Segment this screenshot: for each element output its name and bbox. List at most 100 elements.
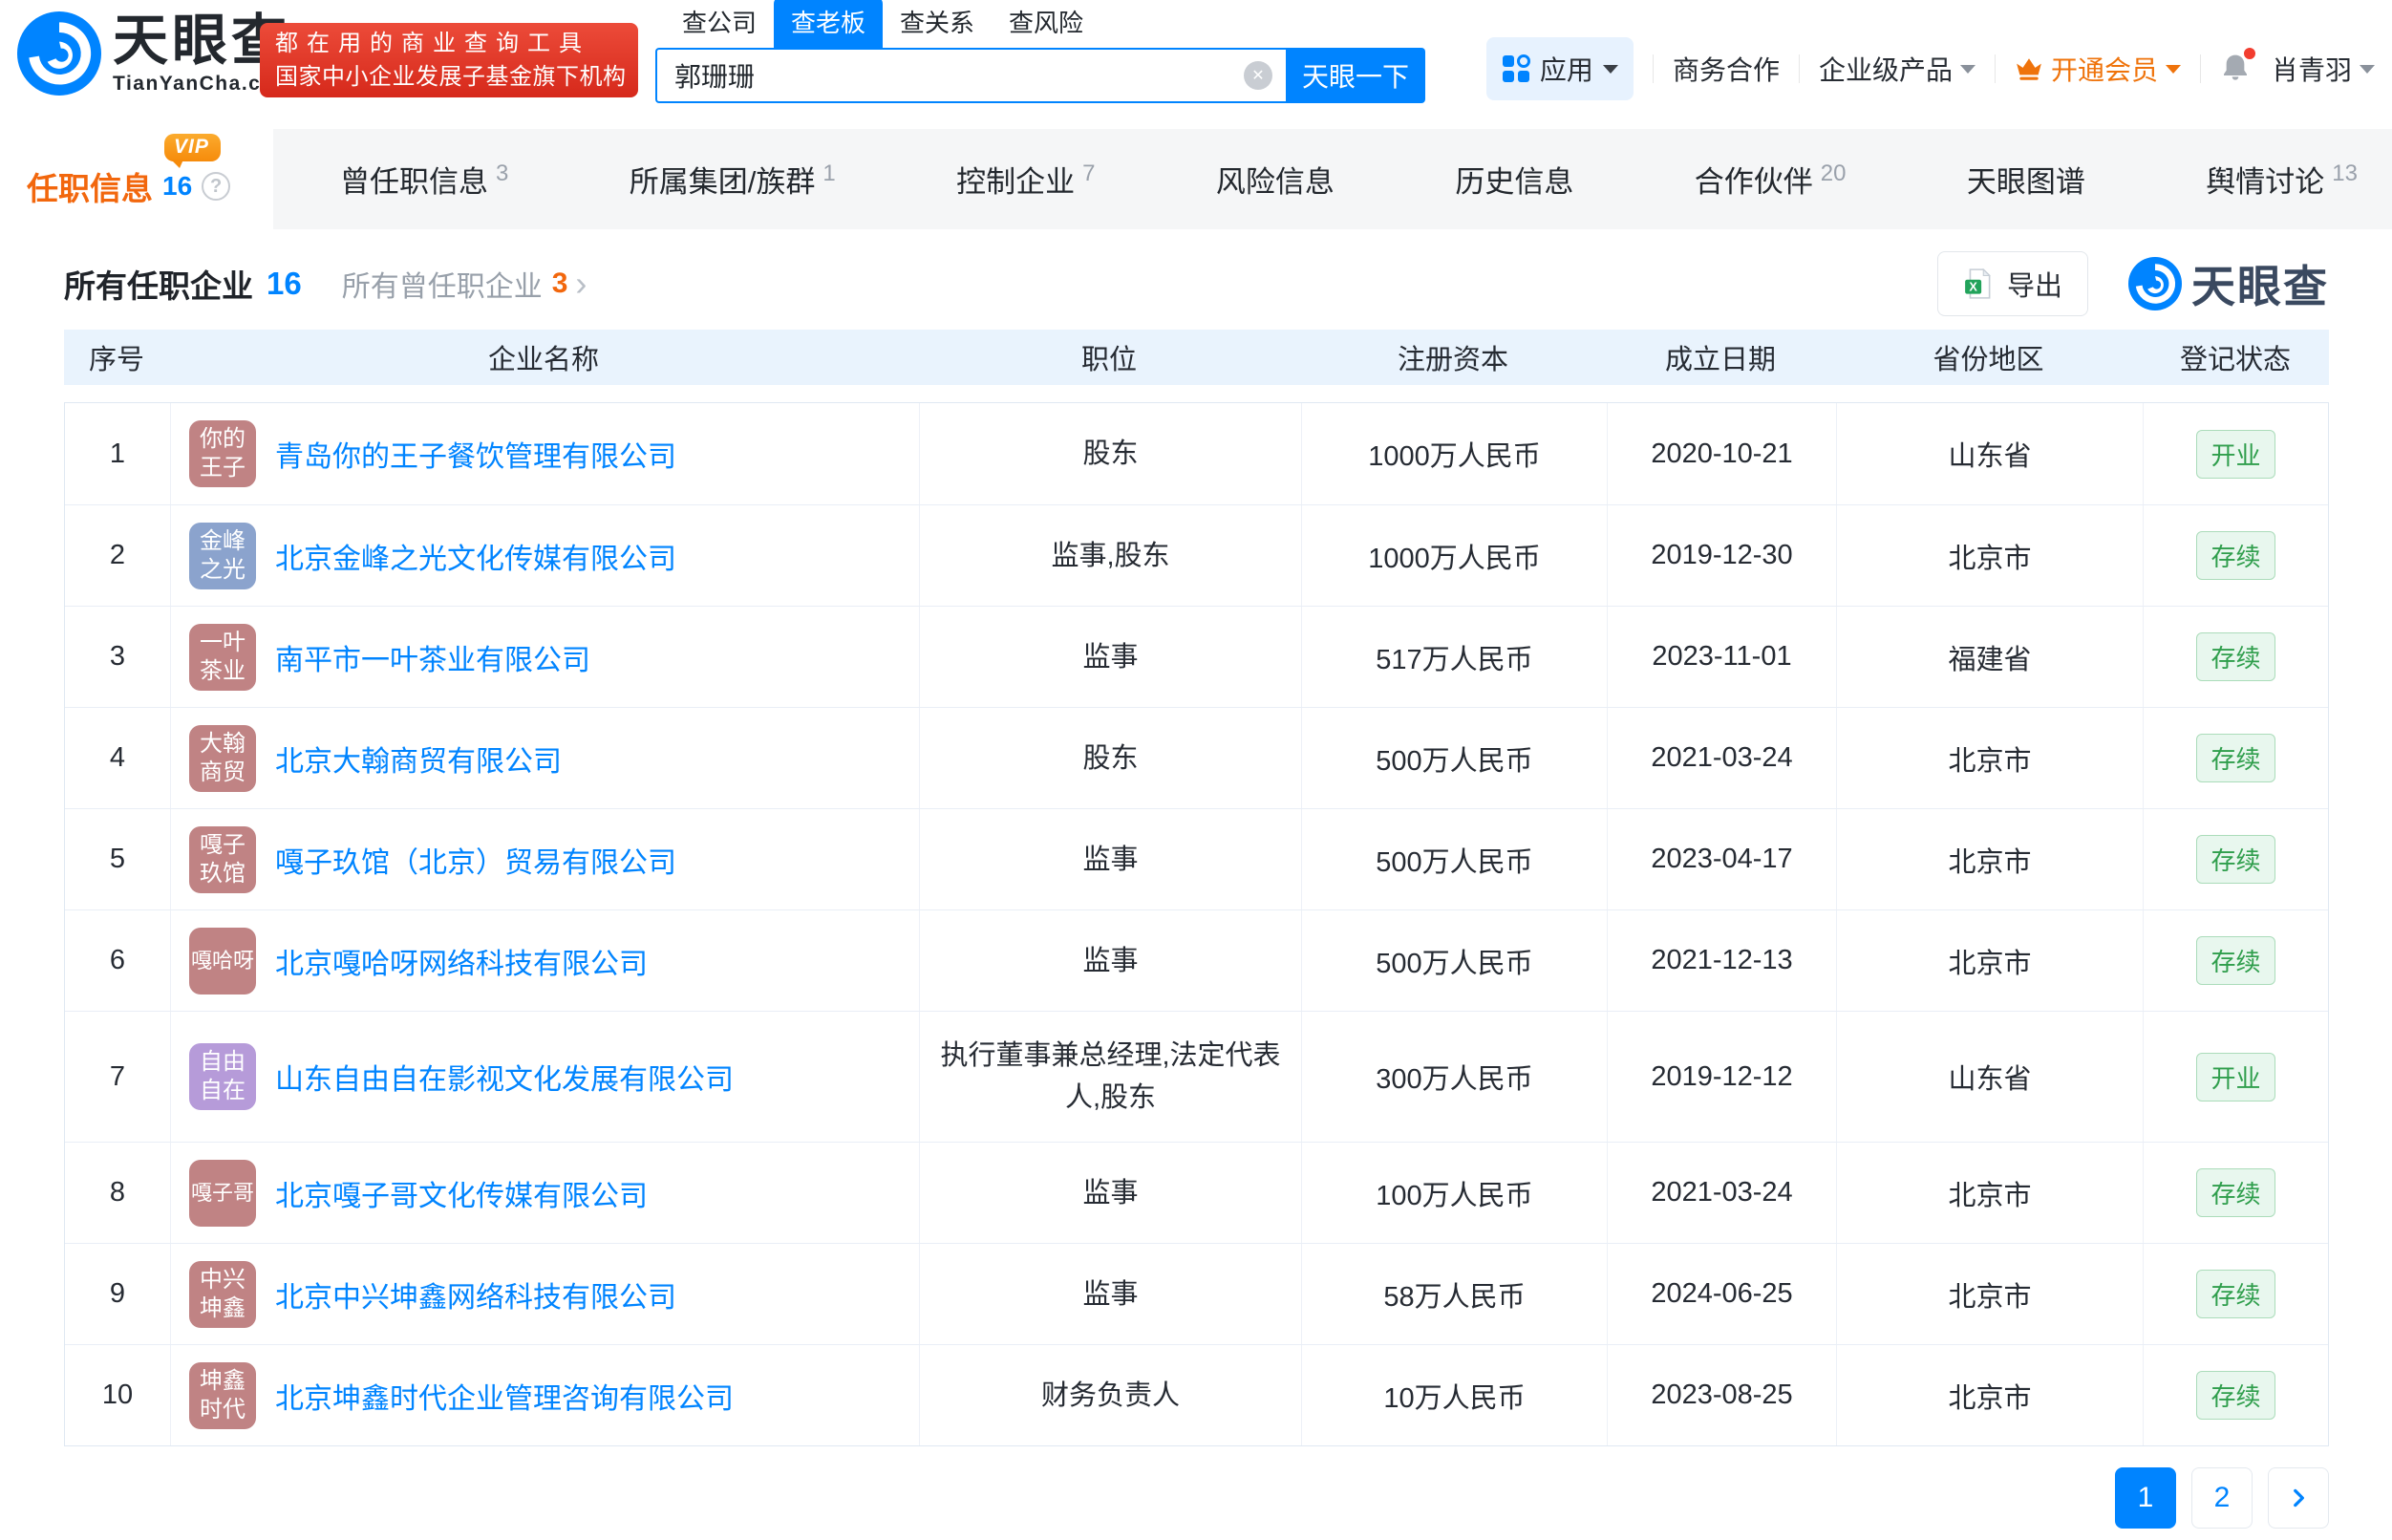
top-header: 天眼查 TianYanCha.com 都在用的商业查询工具 国家中小企业发展子基…: [0, 0, 2392, 129]
status-badge: 存续: [2196, 734, 2275, 782]
status-badge: 存续: [2196, 531, 2275, 580]
province-text: 福建省: [1948, 644, 2032, 675]
watermark-text: 天眼查: [2191, 262, 2329, 311]
capital-text: 1000万人民币: [1368, 441, 1541, 472]
search-tab-company[interactable]: 查公司: [665, 0, 774, 48]
search-tab-boss[interactable]: 查老板: [774, 0, 884, 48]
status-badge: 存续: [2196, 632, 2275, 681]
tab-group[interactable]: 所属集团/族群 1: [630, 158, 836, 201]
company-logo: 一叶 茶业: [189, 623, 256, 691]
other-tabs: 曾任职信息 3 所属集团/族群 1 控制企业 7 风险信息 历史信息 合作伙伴 …: [273, 129, 2392, 229]
search-tab-risk[interactable]: 查风险: [992, 0, 1100, 48]
tab-count: 13: [2332, 160, 2358, 186]
column-header-seq: 序号: [88, 345, 144, 375]
status-badge: 开业: [2196, 1052, 2275, 1102]
menu-label: 企业级产品: [1818, 55, 1953, 85]
search-tab-relation[interactable]: 查关系: [883, 0, 992, 48]
company-link[interactable]: 北京中兴坤鑫网络科技有限公司: [275, 1273, 676, 1315]
company-link[interactable]: 北京金峰之光文化传媒有限公司: [275, 535, 676, 577]
chevron-right-icon: [2294, 1488, 2304, 1508]
established-date-text: 2023-11-01: [1652, 641, 1792, 672]
company-link[interactable]: 北京大翰商贸有限公司: [275, 738, 562, 780]
company-link[interactable]: 南平市一叶茶业有限公司: [275, 636, 590, 678]
tab-employment-info[interactable]: VIP 任职信息 16 ?: [0, 129, 273, 229]
tab-count: 20: [1820, 160, 1847, 186]
menu-item-enterprise[interactable]: 企业级产品: [1819, 50, 1976, 88]
province-text: 北京市: [1948, 745, 2032, 777]
table-row: 5 嘎子 玖馆 嘎子玖馆（北京）贸易有限公司 监事 500万人民币 2023-04…: [65, 808, 2328, 909]
past-companies-link[interactable]: 所有曾任职企业 3 ›: [342, 263, 587, 305]
company-link[interactable]: 北京嘎子哥文化传媒有限公司: [275, 1172, 648, 1214]
company-link[interactable]: 北京嘎哈呀网络科技有限公司: [275, 940, 648, 982]
tab-risk-info[interactable]: 风险信息: [1216, 158, 1335, 201]
row-index: 10: [101, 1380, 134, 1410]
tab-controlled-companies[interactable]: 控制企业 7: [956, 158, 1095, 201]
established-date-text: 2024-06-25: [1651, 1278, 1793, 1309]
chevron-right-icon: ›: [575, 264, 587, 303]
status-badge: 开业: [2196, 429, 2275, 479]
province-text: 山东省: [1948, 441, 2032, 472]
search-button[interactable]: 天眼一下: [1286, 48, 1425, 103]
tab-label: 所属集团/族群: [629, 165, 816, 199]
clear-icon[interactable]: ✕: [1244, 61, 1272, 90]
menu-item-vip[interactable]: 开通会员: [2015, 50, 2181, 88]
menu-item-business[interactable]: 商务合作: [1673, 50, 1780, 88]
row-index: 9: [109, 1278, 126, 1309]
row-index: 8: [109, 1177, 126, 1208]
search-input[interactable]: [655, 48, 1286, 103]
status-badge: 存续: [2196, 1270, 2275, 1318]
tab-partners[interactable]: 合作伙伴 20: [1695, 158, 1847, 201]
notification-dot: [2241, 46, 2257, 61]
detail-tab-bar: VIP 任职信息 16 ? 曾任职信息 3 所属集团/族群 1 控制企业 7 风…: [0, 129, 2392, 229]
company-link[interactable]: 青岛你的王子餐饮管理有限公司: [275, 433, 676, 475]
active-tab-count: 16: [162, 171, 193, 201]
promo-line2: 国家中小企业发展子基金旗下机构: [275, 64, 627, 90]
page-button-1[interactable]: 1: [2115, 1467, 2176, 1529]
status-badge: 存续: [2196, 936, 2275, 985]
company-logo: 金峰 之光: [189, 522, 256, 589]
company-link[interactable]: 北京坤鑫时代企业管理咨询有限公司: [275, 1375, 734, 1417]
table-row: 3 一叶 茶业 南平市一叶茶业有限公司 监事 517万人民币 2023-11-01…: [65, 606, 2328, 707]
export-button[interactable]: X 导出: [1936, 251, 2088, 316]
tab-graph[interactable]: 天眼图谱: [1967, 158, 2085, 201]
company-logo: 嘎子 玖馆: [189, 825, 256, 893]
capital-text: 500万人民币: [1376, 745, 1533, 777]
tianyancha-watermark: 天眼查: [2128, 252, 2329, 315]
tab-public-opinion[interactable]: 舆情讨论 13: [2206, 158, 2358, 201]
table-row: 4 大翰 商贸 北京大翰商贸有限公司 股东 500万人民币 2021-03-24 …: [65, 707, 2328, 808]
province-text: 北京市: [1948, 1281, 2032, 1313]
page-button-2[interactable]: 2: [2191, 1467, 2253, 1529]
column-header-province: 省份地区: [1933, 345, 2044, 375]
notification-bell[interactable]: [2220, 46, 2257, 86]
companies-table: 序号 企业名称 职位 注册资本 成立日期 省份地区 登记状态 1 你的 王子 青岛…: [64, 330, 2329, 1446]
company-logo: 坤鑫 时代: [189, 1361, 256, 1429]
past-companies-label: 所有曾任职企业: [341, 271, 543, 303]
table-row: 6 嘎哈呀 北京嘎哈呀网络科技有限公司 监事 500万人民币 2021-12-1…: [65, 909, 2328, 1011]
svg-text:X: X: [1969, 279, 1977, 293]
tianyancha-logo[interactable]: 天眼查 TianYanCha.com: [17, 11, 294, 96]
established-date-text: 2023-08-25: [1651, 1380, 1793, 1410]
help-icon[interactable]: ?: [202, 172, 231, 201]
company-logo: 中兴 坤鑫: [189, 1260, 256, 1328]
chevron-down-icon: [1959, 64, 1976, 74]
company-link[interactable]: 嘎子玖馆（北京）贸易有限公司: [275, 839, 676, 881]
user-menu[interactable]: 肖青羽: [2272, 50, 2375, 88]
apps-label: 应用: [1539, 55, 1593, 85]
next-page-button[interactable]: [2268, 1467, 2329, 1529]
established-date-text: 2020-10-21: [1651, 438, 1793, 469]
capital-text: 500万人民币: [1376, 846, 1533, 878]
divider: [2199, 54, 2201, 83]
tab-past-employment[interactable]: 曾任职信息 3: [340, 158, 508, 201]
company-logo: 嘎子哥: [189, 1159, 256, 1227]
tab-label: 风险信息: [1215, 165, 1335, 199]
status-badge: 存续: [2196, 1371, 2275, 1420]
company-link[interactable]: 山东自由自在影视文化发展有限公司: [275, 1056, 734, 1098]
table-body: 1 你的 王子 青岛你的王子餐饮管理有限公司 股东 1000万人民币 2020-1…: [64, 402, 2329, 1446]
capital-text: 58万人民币: [1383, 1281, 1526, 1313]
position-text: 监事: [1082, 945, 1139, 976]
past-companies-count: 3: [551, 267, 568, 299]
status-badge: 存续: [2196, 1168, 2275, 1217]
tab-history-info[interactable]: 历史信息: [1455, 158, 1573, 201]
apps-button[interactable]: 应用: [1485, 37, 1634, 100]
position-text: 监事: [1082, 844, 1139, 875]
